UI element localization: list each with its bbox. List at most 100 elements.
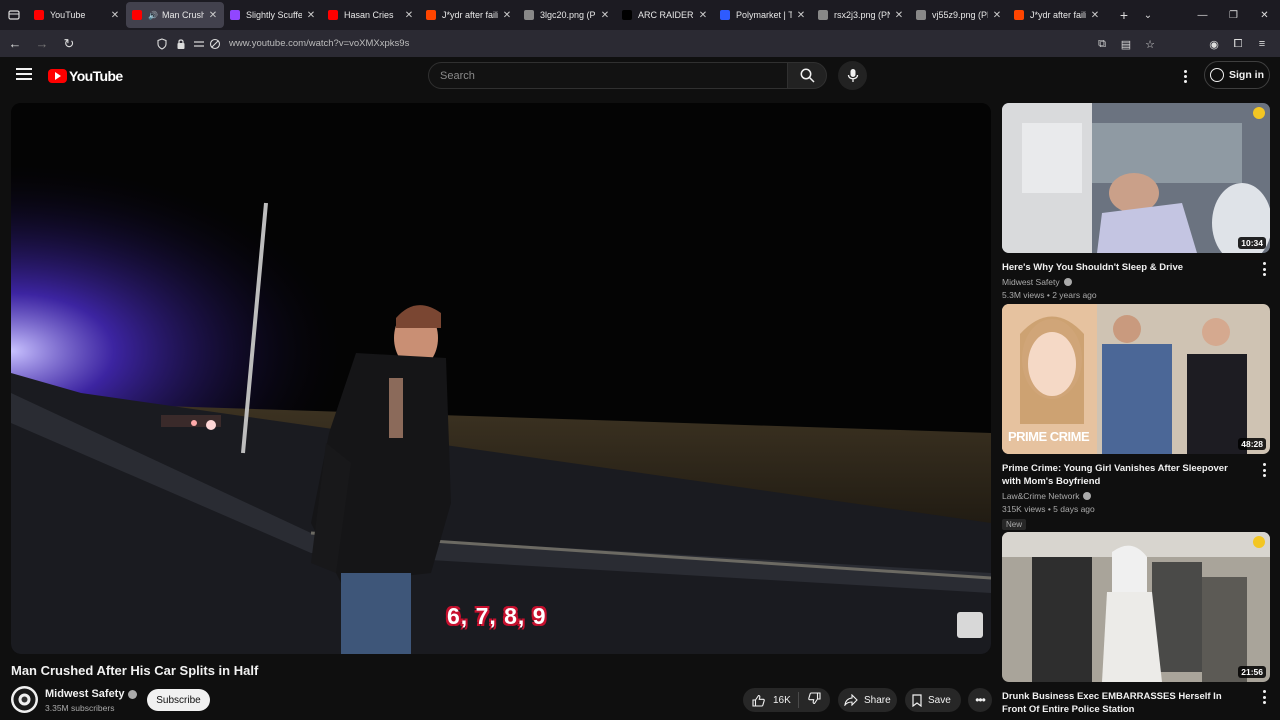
browser-tab[interactable]: ARC RAIDER ✕ (616, 2, 714, 28)
tab-title: YouTube (50, 10, 86, 20)
picture-in-picture-icon[interactable]: ⧉ (1090, 32, 1114, 56)
voice-search-button[interactable] (838, 61, 867, 90)
recommendation-menu-icon[interactable] (1262, 463, 1266, 477)
browser-tab[interactable]: 🔊Man Crushe ✕ (126, 2, 224, 28)
recommendation-meta: 315K views • 5 days ago (1002, 504, 1095, 514)
tab-favicon-icon (230, 10, 240, 20)
browser-tab[interactable]: J*ydr after failing ✕ (420, 2, 518, 28)
back-icon[interactable]: ← (3, 32, 27, 56)
browser-tab-strip: YouTube✕🔊Man Crushe✕Slightly Scuffed✕Has… (0, 0, 1280, 30)
save-button[interactable]: Save (905, 688, 961, 712)
browser-tab[interactable]: 3lgc20.png (PNG ✕ (518, 2, 616, 28)
search-button[interactable] (787, 62, 827, 89)
tab-close-icon[interactable]: ✕ (698, 10, 708, 21)
tab-title: vj55z9.png (PNG (932, 10, 988, 20)
tracking-shield-icon[interactable] (156, 37, 168, 50)
tab-list-icon[interactable] (0, 0, 28, 30)
account-icon[interactable]: ◉ (1202, 32, 1226, 56)
video-title: Man Crushed After His Car Splits in Half (11, 663, 259, 678)
tab-close-icon[interactable]: ✕ (600, 10, 610, 21)
browser-tab[interactable]: YouTube ✕ (28, 2, 126, 28)
close-window-icon[interactable]: ✕ (1249, 0, 1280, 30)
tab-overflow-chevron-icon[interactable]: ⌄ (1136, 10, 1160, 21)
tab-close-icon[interactable]: ✕ (992, 10, 1002, 21)
dislike-button[interactable] (808, 692, 821, 708)
forward-icon[interactable]: → (30, 32, 54, 56)
recommendation-title[interactable]: Drunk Business Exec EMBARRASSES Herself … (1002, 690, 1247, 716)
video-player[interactable]: 6, 7, 8, 9 (11, 103, 991, 654)
account-circle-icon (1210, 68, 1224, 82)
channel-avatar[interactable] (11, 686, 38, 713)
lock-icon[interactable] (176, 38, 186, 50)
tab-audio-icon[interactable]: 🔊 (148, 11, 158, 20)
verified-badge-icon (128, 689, 138, 699)
settings-more-icon[interactable] (1178, 66, 1192, 86)
recommendation-item[interactable]: 21:56 Drunk Business Exec EMBARRASSES He… (1002, 532, 1270, 716)
channel-watermark[interactable] (957, 612, 983, 638)
subscribe-button[interactable]: Subscribe (147, 689, 210, 711)
browser-tab[interactable]: J*ydr after failing ✕ (1008, 2, 1106, 28)
browser-tab[interactable]: Slightly Scuffed ✕ (224, 2, 322, 28)
like-dislike-group: 16K (743, 688, 830, 712)
tab-close-icon[interactable]: ✕ (796, 10, 806, 21)
app-menu-icon[interactable]: ≡ (1250, 32, 1274, 56)
extensions-icon[interactable]: ⧠ (1226, 32, 1250, 56)
tab-favicon-icon (132, 10, 142, 20)
new-tab-icon[interactable]: + (1112, 7, 1136, 23)
video-thumbnail[interactable]: PRIME CRIME 48:28 (1002, 304, 1270, 454)
tab-title: 3lgc20.png (PNG (540, 10, 596, 20)
browser-tab[interactable]: rsx2j3.png (PNG ✕ (812, 2, 910, 28)
permissions-icon[interactable] (193, 38, 205, 50)
browser-tab[interactable]: Hasan Cries ✕ (322, 2, 420, 28)
recommendation-menu-icon[interactable] (1262, 262, 1266, 276)
recommendation-channel[interactable]: Law&Crime Network (1002, 491, 1270, 501)
recommendation-meta: 5.3M views • 2 years ago (1002, 290, 1097, 300)
minimize-window-icon[interactable]: — (1187, 0, 1218, 30)
tab-close-icon[interactable]: ✕ (110, 10, 120, 21)
tab-close-icon[interactable]: ✕ (404, 10, 414, 21)
video-thumbnail[interactable]: 21:56 (1002, 532, 1270, 682)
search-icon (800, 68, 815, 83)
recommendation-title[interactable]: Prime Crime: Young Girl Vanishes After S… (1002, 462, 1247, 488)
url-text: www.youtube.com/watch?v=voXMXxpks9s (229, 38, 410, 49)
search-input[interactable] (429, 63, 787, 88)
tab-close-icon[interactable]: ✕ (208, 10, 218, 21)
youtube-logo[interactable]: YouTube (48, 68, 123, 84)
share-button[interactable]: Share (838, 688, 897, 712)
recommendation-channel[interactable]: Midwest Safety (1002, 277, 1270, 287)
reload-icon[interactable]: ↻ (57, 32, 81, 56)
tab-title: J*ydr after failing (1030, 10, 1086, 20)
channel-name[interactable]: Midwest Safety (45, 688, 138, 700)
video-duration: 21:56 (1238, 666, 1266, 678)
more-horizontal-icon: ••• (975, 693, 986, 707)
video-thumbnail[interactable]: 10:34 (1002, 103, 1270, 253)
browser-tab[interactable]: vj55z9.png (PNG ✕ (910, 2, 1008, 28)
address-bar[interactable]: www.youtube.com/watch?v=voXMXxpks9s (150, 32, 1130, 55)
recommendation-item[interactable]: PRIME CRIME 48:28 Prime Crime: Young Gir… (1002, 304, 1270, 532)
tab-close-icon[interactable]: ✕ (502, 10, 512, 21)
recommendation-title[interactable]: Here's Why You Shouldn't Sleep & Drive (1002, 261, 1247, 274)
tab-close-icon[interactable]: ✕ (894, 10, 904, 21)
sign-in-button[interactable]: Sign in (1204, 61, 1270, 89)
reader-view-icon[interactable]: ▤ (1114, 32, 1138, 56)
tab-close-icon[interactable]: ✕ (306, 10, 316, 21)
tab-close-icon[interactable]: ✕ (1090, 10, 1100, 21)
video-duration: 48:28 (1238, 438, 1266, 450)
verified-badge-icon (1063, 278, 1072, 286)
browser-tab[interactable]: Polymarket | The ✕ (714, 2, 812, 28)
guide-menu-icon[interactable] (16, 68, 32, 82)
autoplay-blocked-icon[interactable] (209, 38, 221, 50)
recommendation-menu-icon[interactable] (1262, 690, 1266, 704)
youtube-header: YouTube Sign in (0, 57, 1280, 95)
more-actions-button[interactable]: ••• (968, 688, 992, 712)
restore-window-icon[interactable]: ❐ (1218, 0, 1249, 30)
bookmark-star-icon[interactable]: ☆ (1138, 32, 1162, 56)
recommendation-item[interactable]: 10:34 Here's Why You Shouldn't Sleep & D… (1002, 103, 1270, 300)
tab-favicon-icon (720, 10, 730, 20)
tab-favicon-icon (524, 10, 534, 20)
like-button[interactable]: 16K (743, 692, 799, 708)
tab-favicon-icon (622, 10, 632, 20)
search-box[interactable] (428, 62, 788, 89)
tab-title: Polymarket | The (736, 10, 792, 20)
thumbnail-image (1002, 103, 1270, 253)
